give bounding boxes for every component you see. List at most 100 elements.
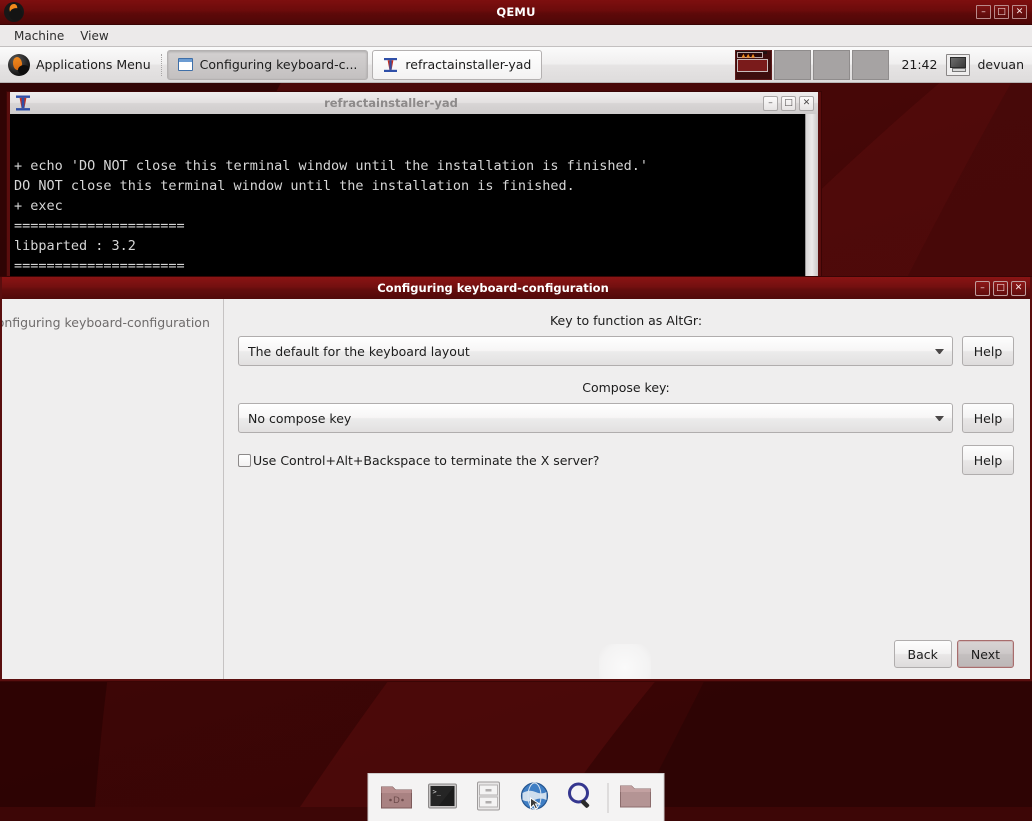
altgr-select[interactable]: The default for the keyboard layout — [238, 336, 953, 366]
ctrl-alt-backspace-row: Use Control+Alt+Backspace to terminate t… — [238, 445, 1014, 475]
file-cabinet-icon — [475, 780, 503, 816]
qemu-menubar: Machine View — [0, 25, 1032, 47]
terminal-scrollbar[interactable] — [805, 114, 818, 284]
compose-help-button[interactable]: Help — [962, 403, 1014, 433]
task-button-label: refractainstaller-yad — [405, 57, 531, 72]
dock-item-terminal[interactable]: >_ — [421, 776, 465, 820]
svg-text:D: D — [393, 796, 400, 806]
magnifier-icon — [565, 780, 597, 816]
workspace-3[interactable] — [813, 50, 850, 80]
task-button-label: Configuring keyboard-c... — [200, 57, 358, 72]
terminal-icon: >_ — [427, 781, 459, 815]
dialog-window-frame: Configuring keyboard-configuration – □ ✕… — [0, 276, 1032, 682]
terminal-line: + echo 'DO NOT close this terminal windo… — [14, 156, 818, 176]
workspace-mini-dialog — [737, 59, 768, 72]
compose-label: Compose key: — [238, 380, 1014, 395]
back-button[interactable]: Back — [894, 640, 952, 668]
dialog-window-controls: – □ ✕ — [975, 281, 1028, 296]
dialog-footer: Back Next — [238, 640, 1014, 679]
user-session-area[interactable]: devuan — [946, 54, 1032, 76]
terminal-window-frame: refractainstaller-yad – □ ✕ + echo 'DO N… — [6, 91, 822, 288]
altgr-label: Key to function as AltGr: — [238, 313, 1014, 328]
terminal-window: refractainstaller-yad – □ ✕ + echo 'DO N… — [6, 91, 822, 288]
panel-separator — [161, 54, 163, 76]
globe-icon — [519, 780, 551, 816]
window-task-list: Configuring keyboard-c... refractainstal… — [167, 50, 543, 80]
devuan-logo-icon — [8, 54, 30, 76]
compose-select[interactable]: No compose key — [238, 403, 953, 433]
qemu-logo-icon — [3, 1, 25, 23]
terminal-line: ===================== — [14, 216, 818, 236]
terminal-titlebar[interactable]: refractainstaller-yad – □ ✕ — [10, 92, 818, 114]
applications-menu-button[interactable]: Applications Menu — [3, 50, 157, 80]
workspace-4[interactable] — [852, 50, 889, 80]
ctrl-alt-backspace-help-button[interactable]: Help — [962, 445, 1014, 475]
menu-view[interactable]: View — [73, 27, 115, 45]
xterm-icon — [383, 57, 398, 73]
qemu-close-icon[interactable]: ✕ — [1012, 5, 1027, 19]
workspace-switcher: ▲▲▲ — [735, 50, 889, 80]
terminal-maximize-icon[interactable]: □ — [781, 96, 796, 111]
dock-item-devuan-folder[interactable]: D — [375, 776, 419, 820]
ctrl-alt-backspace-checkbox-wrap[interactable]: Use Control+Alt+Backspace to terminate t… — [238, 453, 953, 468]
dialog-sidebar: Configuring keyboard-configuration — [2, 299, 224, 679]
guest-screen: Applications Menu Configuring keyboard-c… — [0, 47, 1032, 821]
terminal-line: + exec — [14, 196, 818, 216]
terminal-output-area[interactable]: + echo 'DO NOT close this terminal windo… — [10, 114, 818, 284]
qemu-maximize-icon[interactable]: □ — [994, 5, 1009, 19]
terminal-line: ===================== — [14, 256, 818, 276]
ctrl-alt-backspace-checkbox[interactable] — [238, 454, 251, 467]
dialog-titlebar[interactable]: Configuring keyboard-configuration – □ ✕ — [2, 277, 1030, 299]
terminal-text: + echo 'DO NOT close this terminal windo… — [14, 156, 818, 276]
svg-text:>_: >_ — [433, 788, 442, 796]
altgr-help-button[interactable]: Help — [962, 336, 1014, 366]
bottom-dock: D >_ — [368, 773, 665, 821]
panel-clock[interactable]: 21:42 — [892, 57, 946, 72]
xterm-icon — [14, 94, 32, 112]
terminal-close-icon[interactable]: ✕ — [799, 96, 814, 111]
menu-machine[interactable]: Machine — [7, 27, 71, 45]
folder-icon — [619, 782, 653, 814]
applications-menu-label: Applications Menu — [36, 57, 151, 72]
terminal-line: libparted : 3.2 — [14, 236, 818, 256]
task-button-configuring-keyboard[interactable]: Configuring keyboard-c... — [167, 50, 369, 80]
dock-item-folder[interactable] — [614, 776, 658, 820]
configuring-keyboard-dialog: Configuring keyboard-configuration – □ ✕… — [0, 276, 1032, 682]
dialog-minimize-icon[interactable]: – — [975, 281, 990, 296]
panel-right-section: ▲▲▲ 21:42 devuan — [735, 47, 1032, 83]
altgr-row: The default for the keyboard layout Help — [238, 336, 1014, 366]
altgr-selected-value: The default for the keyboard layout — [248, 344, 929, 359]
task-button-refractainstaller-yad[interactable]: refractainstaller-yad — [372, 50, 542, 80]
dock-item-web-browser[interactable] — [513, 776, 557, 820]
compose-row: No compose key Help — [238, 403, 1014, 433]
workspace-1[interactable]: ▲▲▲ — [735, 50, 772, 80]
dialog-main-content: Key to function as AltGr: The default fo… — [224, 299, 1030, 679]
terminal-window-title: refractainstaller-yad — [34, 96, 748, 110]
dialog-close-icon[interactable]: ✕ — [1011, 281, 1026, 296]
qemu-titlebar[interactable]: QEMU – □ ✕ — [0, 0, 1032, 25]
display-switch-icon — [946, 54, 970, 76]
terminal-window-controls: – □ ✕ — [763, 96, 816, 111]
terminal-line: DO NOT close this terminal window until … — [14, 176, 818, 196]
dock-separator — [608, 783, 609, 813]
chevron-down-icon — [935, 349, 944, 354]
chevron-down-icon — [935, 416, 944, 421]
dialog-body: Configuring keyboard-configuration Key t… — [2, 299, 1030, 679]
dialog-maximize-icon[interactable]: □ — [993, 281, 1008, 296]
ctrl-alt-backspace-label: Use Control+Alt+Backspace to terminate t… — [253, 453, 599, 468]
workspace-2[interactable] — [774, 50, 811, 80]
xfce-top-panel: Applications Menu Configuring keyboard-c… — [0, 47, 1032, 83]
devuan-folder-icon: D — [380, 781, 414, 815]
dock-item-file-manager[interactable] — [467, 776, 511, 820]
qemu-minimize-icon[interactable]: – — [976, 5, 991, 19]
dock-item-search[interactable] — [559, 776, 603, 820]
qemu-window: QEMU – □ ✕ Machine View — [0, 0, 1032, 821]
window-icon — [178, 58, 193, 71]
compose-selected-value: No compose key — [248, 411, 929, 426]
dialog-window-title: Configuring keyboard-configuration — [26, 281, 960, 295]
terminal-minimize-icon[interactable]: – — [763, 96, 778, 111]
dialog-sidebar-label: Configuring keyboard-configuration — [2, 315, 223, 330]
qemu-window-title: QEMU — [0, 5, 1032, 19]
qemu-window-controls: – □ ✕ — [976, 5, 1032, 19]
next-button[interactable]: Next — [957, 640, 1014, 668]
